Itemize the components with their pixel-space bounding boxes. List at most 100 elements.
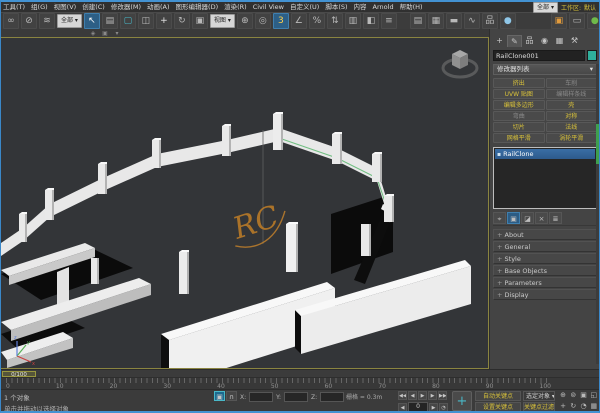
time-configuration-icon[interactable]: ◔: [439, 403, 448, 412]
menu-tools[interactable]: 工具(T): [0, 2, 28, 12]
menu-graph-editors[interactable]: 图形编辑器(D): [173, 2, 222, 12]
modifier-bend-button[interactable]: 弯曲: [493, 111, 545, 121]
spinner-snap-icon[interactable]: ⇅: [327, 13, 343, 29]
zoom-icon[interactable]: ⊕: [558, 390, 568, 401]
selection-region-icon[interactable]: ▢: [120, 13, 136, 29]
bind-to-space-warp-icon[interactable]: ≋: [39, 13, 55, 29]
selection-lock-icon[interactable]: ∩: [226, 391, 237, 401]
rollout-display[interactable]: Display: [493, 289, 597, 300]
y-field[interactable]: [284, 392, 308, 402]
modifier-meshsmooth-button[interactable]: 网格平滑: [493, 133, 545, 143]
x-field[interactable]: [249, 392, 273, 402]
modifier-extrude-button[interactable]: 挤出: [493, 78, 545, 88]
configure-modifier-sets-icon[interactable]: ≣: [549, 212, 562, 224]
schematic-view-icon[interactable]: 品: [482, 13, 498, 29]
key-next-icon[interactable]: ▶: [429, 403, 438, 412]
unlink-selection-icon[interactable]: ⊘: [21, 13, 37, 29]
modifier-turbosmooth-button[interactable]: 涡轮平滑: [546, 133, 598, 143]
material-editor-icon[interactable]: ●: [500, 13, 516, 29]
panel-scrollbar[interactable]: [596, 64, 599, 364]
set-key-button[interactable]: 设置关键点: [475, 402, 521, 412]
select-and-manipulate-icon[interactable]: ◎: [255, 13, 271, 29]
menu-rendering[interactable]: 渲染(R): [221, 2, 250, 12]
remove-modifier-icon[interactable]: ×: [535, 212, 548, 224]
modifier-list-dropdown[interactable]: 修改器列表 ▾: [493, 64, 597, 75]
object-name-field[interactable]: RailClone001: [493, 50, 585, 61]
pan-icon[interactable]: +: [558, 401, 568, 412]
key-filters-button[interactable]: 关键点过滤器...: [523, 402, 555, 412]
modifier-lathe-button[interactable]: 车削: [546, 78, 598, 88]
menu-content[interactable]: 内容: [351, 2, 370, 12]
current-frame-field[interactable]: 0: [408, 402, 428, 412]
workspace-value[interactable]: 默认: [584, 3, 596, 12]
zoom-extents-icon[interactable]: ▣: [579, 390, 589, 401]
key-prev-icon[interactable]: ◀: [398, 403, 407, 412]
make-unique-icon[interactable]: ◪: [521, 212, 534, 224]
rollout-parameters[interactable]: Parameters: [493, 277, 597, 288]
modifier-normal-button[interactable]: 法线: [546, 122, 598, 132]
menu-scripting[interactable]: 脚本(S): [322, 2, 350, 12]
tab-modify[interactable]: ✎: [507, 35, 522, 47]
layer-manager-icon[interactable]: ▦: [428, 13, 444, 29]
rollout-base-objects[interactable]: Base Objects: [493, 265, 597, 276]
menu-civil-view[interactable]: Civil View: [250, 2, 287, 12]
selection-set-combo[interactable]: 选定对象 ▾: [523, 391, 555, 401]
tab-hierarchy[interactable]: 品: [522, 35, 537, 47]
use-pivot-center-icon[interactable]: ⊕: [237, 13, 253, 29]
snap-toggle-3d-icon[interactable]: 3: [273, 13, 289, 29]
previous-frame-icon[interactable]: ◀: [408, 391, 417, 400]
tab-motion[interactable]: ◉: [537, 35, 552, 47]
play-icon[interactable]: ▶: [418, 391, 427, 400]
flyout-arrow-icon[interactable]: ▾: [112, 30, 122, 37]
rollout-style[interactable]: Style: [493, 253, 597, 264]
rendered-frame-icon[interactable]: ▭: [569, 13, 585, 29]
orbit-icon[interactable]: ↻: [568, 401, 578, 412]
percent-snap-icon[interactable]: %: [309, 13, 325, 29]
modifier-stack[interactable]: ▪ RailClone: [493, 147, 597, 209]
tab-create[interactable]: +: [492, 35, 507, 47]
perspective-viewport[interactable]: RC x y z: [0, 37, 489, 369]
render-setup-icon[interactable]: ▣: [551, 13, 567, 29]
selection-filter-combo[interactable]: 全部 ▾: [57, 14, 82, 28]
auto-key-button[interactable]: 自动关键点: [475, 391, 521, 401]
modifier-uvw-map-button[interactable]: UVW 贴图: [493, 89, 545, 99]
pin-stack-icon[interactable]: ⌖: [493, 212, 506, 224]
isolate-selection-icon[interactable]: ▣: [214, 391, 225, 401]
object-color-swatch[interactable]: [587, 50, 597, 61]
flyout-icon[interactable]: ▣: [100, 30, 110, 37]
search-filter-combo[interactable]: 全部 ▾: [533, 2, 558, 13]
scene-explorer-icon[interactable]: ▤: [410, 13, 426, 29]
select-and-link-icon[interactable]: ∞: [3, 13, 19, 29]
select-object-icon[interactable]: ↖: [84, 13, 100, 29]
menu-customize[interactable]: 自定义(U): [287, 2, 322, 12]
select-and-rotate-icon[interactable]: ↻: [174, 13, 190, 29]
go-to-start-icon[interactable]: ◀◀: [398, 391, 407, 400]
align-icon[interactable]: ≡: [381, 13, 397, 29]
maximize-viewport-icon[interactable]: ▦: [589, 401, 599, 412]
field-of-view-icon[interactable]: ◔: [579, 401, 589, 412]
select-and-scale-icon[interactable]: ▣: [192, 13, 208, 29]
select-and-move-icon[interactable]: +: [156, 13, 172, 29]
z-field[interactable]: [320, 392, 344, 402]
edit-named-selections-icon[interactable]: ▥: [345, 13, 361, 29]
reference-coordinate-combo[interactable]: 视图 ▾: [210, 14, 235, 28]
menu-views[interactable]: 视图(V): [51, 2, 80, 12]
window-crossing-icon[interactable]: ◫: [138, 13, 154, 29]
modifier-shell-button[interactable]: 壳: [546, 100, 598, 110]
zoom-all-icon[interactable]: ⊚: [568, 390, 578, 401]
curve-editor-icon[interactable]: ∿: [464, 13, 480, 29]
next-frame-icon[interactable]: ▶: [428, 391, 437, 400]
menu-animation[interactable]: 动画(A): [144, 2, 173, 12]
show-end-result-icon[interactable]: ▣: [507, 212, 520, 224]
render-production-icon[interactable]: ●: [587, 13, 600, 29]
zoom-region-icon[interactable]: ◱: [589, 390, 599, 401]
menu-arnold[interactable]: Arnold: [370, 2, 397, 12]
tab-utilities[interactable]: ⚒: [567, 35, 582, 47]
modifier-edit-poly-button[interactable]: 编辑多边形: [493, 100, 545, 110]
menu-create[interactable]: 创建(C): [79, 2, 108, 12]
ribbon-toggle-icon[interactable]: ▬: [446, 13, 462, 29]
set-keys-button[interactable]: +: [452, 391, 472, 411]
modifier-symmetry-button[interactable]: 对称: [546, 111, 598, 121]
go-to-end-icon[interactable]: ▶▶: [438, 391, 447, 400]
modifier-slice-button[interactable]: 切片: [493, 122, 545, 132]
